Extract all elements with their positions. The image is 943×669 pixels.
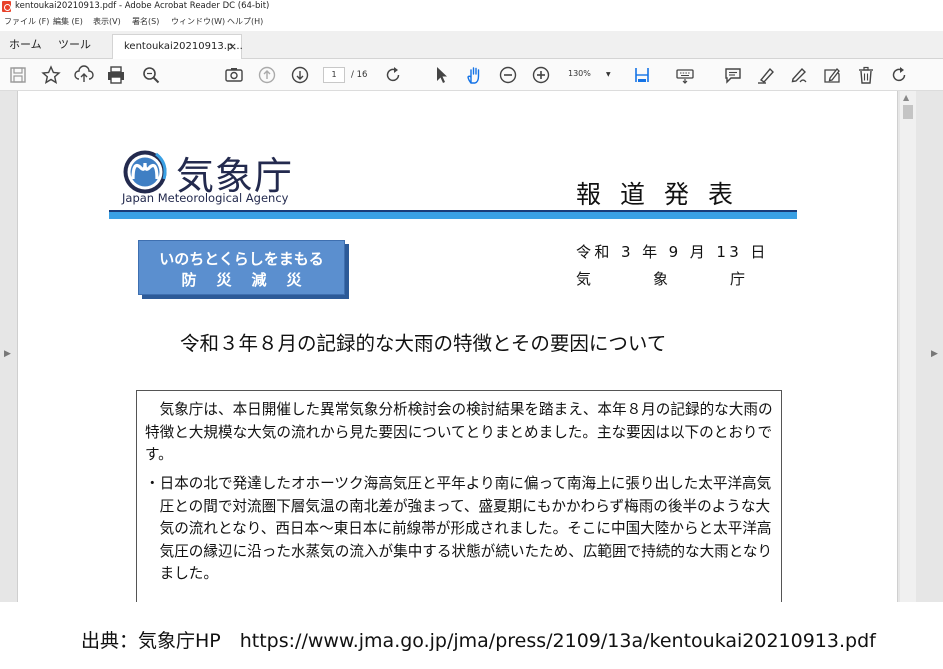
slogan-line-1: いのちとくらしをまもる (159, 250, 324, 268)
scroll-up-icon[interactable]: ▲ (903, 93, 909, 102)
fit-page-icon[interactable] (632, 65, 652, 85)
menu-sign[interactable]: 署名(S) (132, 13, 159, 31)
rotate-icon[interactable] (383, 65, 403, 85)
jma-logo-icon (123, 150, 167, 194)
tab-tools[interactable]: ツール (58, 31, 91, 59)
upload-icon[interactable] (74, 65, 94, 85)
toolbar: 1 / 16 130% ▼ (0, 59, 943, 91)
redo-icon[interactable] (889, 65, 909, 85)
slogan-line-2: 防災減災 (181, 271, 322, 289)
zoom-out-icon[interactable] (498, 65, 518, 85)
search-icon[interactable] (141, 65, 161, 85)
agency-english-name: Japan Meteorological Agency (122, 191, 289, 205)
keyboard-icon[interactable] (675, 65, 695, 85)
vertical-scrollbar[interactable]: ▲ (900, 91, 916, 602)
print-icon[interactable] (106, 65, 126, 85)
menu-window[interactable]: ウィンドウ(W) (171, 13, 225, 31)
menu-bar: ファイル (F) 編集 (E) 表示(V) 署名(S) ウィンドウ(W) ヘルプ… (0, 13, 943, 31)
title-bar: kentoukai20210913.pdf - Adobe Acrobat Re… (0, 0, 943, 13)
release-date: 令和 3 年 9 月 13 日 (576, 243, 769, 261)
bookmark-star-icon[interactable] (41, 65, 61, 85)
right-panel-toggle-icon[interactable]: ▶ (931, 349, 938, 359)
window-title: kentoukai20210913.pdf - Adobe Acrobat Re… (15, 1, 270, 11)
edit-icon[interactable] (822, 65, 842, 85)
highlight-icon[interactable] (756, 65, 776, 85)
tab-document-label: kentoukai20210913.p... (124, 41, 243, 52)
header-rule-light (109, 212, 797, 219)
menu-help[interactable]: ヘルプ(H) (227, 13, 263, 31)
zoom-dropdown-arrow[interactable]: ▼ (606, 67, 611, 83)
document-viewport[interactable]: ▶ 気象庁 Japan Meteorological Agency 報道発表 い… (0, 91, 943, 602)
pdf-file-icon (2, 1, 11, 12)
page-total: / 16 (351, 70, 368, 80)
zoom-level[interactable]: 130% (562, 67, 610, 83)
hand-icon[interactable] (465, 65, 485, 85)
tab-document[interactable]: kentoukai20210913.p... × (112, 34, 243, 59)
summary-intro: 気象庁は、本日開催した異常気象分析検討会の検討結果を踏まえ、本年８月の記録的な大… (145, 401, 773, 463)
select-cursor-icon[interactable] (431, 65, 451, 85)
document-heading: 令和３年８月の記録的な大雨の特徴とその要因について (180, 332, 667, 355)
issuer: 気象庁 (576, 270, 808, 288)
menu-edit[interactable]: 編集 (E) (53, 13, 83, 31)
disaster-prevention-banner: いのちとくらしをまもる 防災減災 (138, 240, 345, 295)
comment-icon[interactable] (723, 65, 743, 85)
pdf-page: 気象庁 Japan Meteorological Agency 報道発表 いのち… (17, 91, 898, 602)
sign-icon[interactable] (789, 65, 809, 85)
page-number-input[interactable]: 1 (323, 67, 345, 83)
page-down-icon[interactable] (290, 65, 310, 85)
save-icon[interactable] (8, 65, 28, 85)
tab-bar: ホーム ツール kentoukai20210913.p... × (0, 31, 943, 59)
page-up-icon[interactable] (257, 65, 277, 85)
scrollbar-thumb[interactable] (903, 105, 913, 119)
tab-home[interactable]: ホーム (9, 31, 42, 59)
summary-box: 気象庁は、本日開催した異常気象分析検討会の検討結果を踏まえ、本年８月の記録的な大… (136, 390, 782, 602)
zoom-in-icon[interactable] (531, 65, 551, 85)
close-tab-icon[interactable]: × (228, 35, 237, 58)
left-panel-toggle-icon[interactable]: ▶ (4, 349, 11, 359)
source-caption: 出典：気象庁HP https://www.jma.go.jp/jma/press… (81, 630, 876, 652)
press-release-label: 報道発表 (576, 180, 753, 209)
summary-bullet: ・日本の北で発達したオホーツク海高気圧と平年より南に偏って南海上に張り出した太平… (145, 475, 773, 582)
menu-view[interactable]: 表示(V) (93, 13, 121, 31)
delete-icon[interactable] (856, 65, 876, 85)
menu-file[interactable]: ファイル (F) (4, 13, 49, 31)
snapshot-icon[interactable] (224, 65, 244, 85)
